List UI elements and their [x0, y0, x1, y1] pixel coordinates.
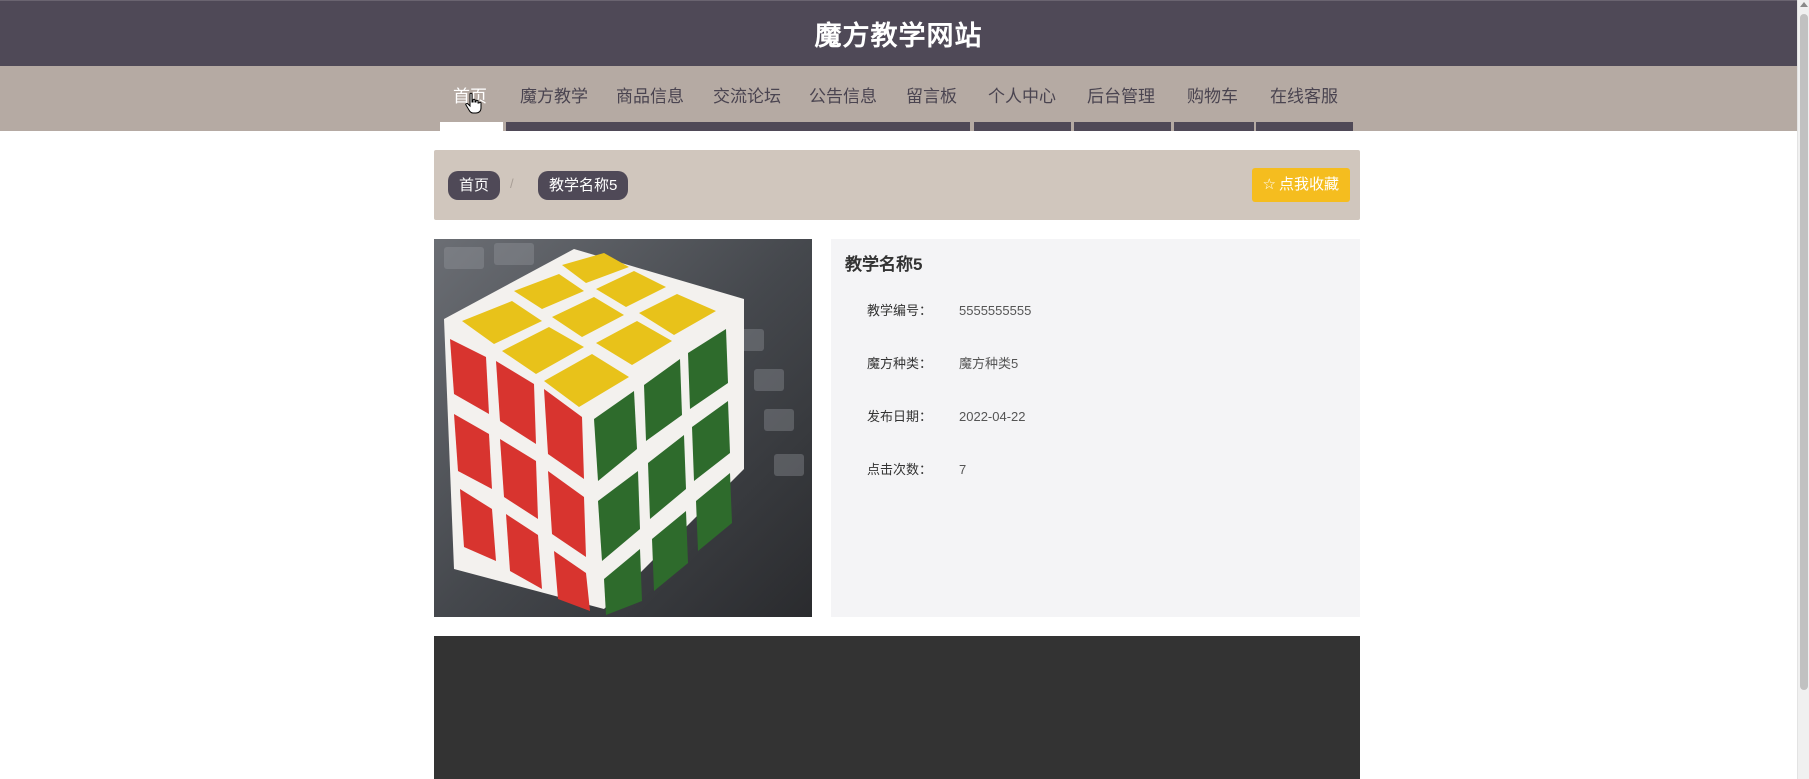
detail-title: 教学名称5	[845, 255, 923, 274]
nav-item-announcements[interactable]: 公告信息	[809, 82, 877, 107]
detail-row-clicks: 点击次数： 7	[867, 459, 966, 478]
detail-row-type: 魔方种类： 魔方种类5	[867, 353, 1018, 372]
breadcrumb-home[interactable]: 首页	[448, 171, 501, 200]
detail-label: 教学编号：	[867, 303, 933, 318]
breadcrumb: 首页 / 教学名称5 ☆ 点我收藏	[434, 150, 1360, 220]
scrollbar-thumb[interactable]	[1800, 14, 1808, 690]
detail-label: 点击次数：	[867, 462, 933, 477]
nav-indicator-active	[440, 122, 503, 131]
detail-value: 魔方种类5	[959, 356, 1019, 371]
breadcrumb-current[interactable]: 教学名称5	[538, 171, 629, 200]
detail-panel: 教学名称5 教学编号： 5555555555 魔方种类： 魔方种类5 发布日期： 20…	[831, 239, 1360, 617]
nav-indicator	[1256, 122, 1353, 131]
detail-row-id: 教学编号： 5555555555	[867, 300, 1031, 319]
detail-row-date: 发布日期： 2022-04-22	[867, 406, 1026, 425]
scroll-up-icon[interactable]	[1800, 2, 1808, 7]
nav-indicator	[974, 122, 1071, 131]
vertical-scrollbar[interactable]	[1797, 0, 1809, 779]
content-footer-block	[434, 636, 1360, 779]
favorite-button[interactable]: ☆ 点我收藏	[1251, 168, 1350, 202]
nav-item-online-service[interactable]: 在线客服	[1270, 82, 1338, 107]
hand-cursor-icon	[465, 92, 482, 114]
nav-item-cube-teaching[interactable]: 魔方教学	[520, 82, 588, 107]
breadcrumb-separator: /	[510, 176, 514, 191]
star-outline-icon: ☆	[1262, 176, 1276, 193]
product-image	[434, 239, 812, 617]
nav-item-admin[interactable]: 后台管理	[1087, 82, 1155, 107]
detail-label: 发布日期：	[867, 409, 933, 424]
nav-indicator	[1074, 122, 1171, 131]
nav-indicator	[1174, 122, 1254, 131]
detail-label: 魔方种类：	[867, 356, 933, 371]
detail-value: 2022-04-22	[959, 409, 1026, 424]
detail-value: 5555555555	[959, 303, 1032, 318]
nav-item-cart[interactable]: 购物车	[1187, 82, 1238, 107]
site-header: 魔方教学网站	[0, 0, 1797, 66]
favorite-button-label: 点我收藏	[1278, 176, 1339, 193]
nav-item-message-board[interactable]: 留言板	[906, 82, 957, 107]
nav-item-products[interactable]: 商品信息	[616, 82, 684, 107]
detail-value: 7	[959, 462, 967, 477]
nav-item-forum[interactable]: 交流论坛	[713, 82, 781, 107]
site-title: 魔方教学网站	[814, 21, 983, 51]
nav-indicator	[506, 122, 970, 131]
nav-item-personal-center[interactable]: 个人中心	[988, 82, 1056, 107]
